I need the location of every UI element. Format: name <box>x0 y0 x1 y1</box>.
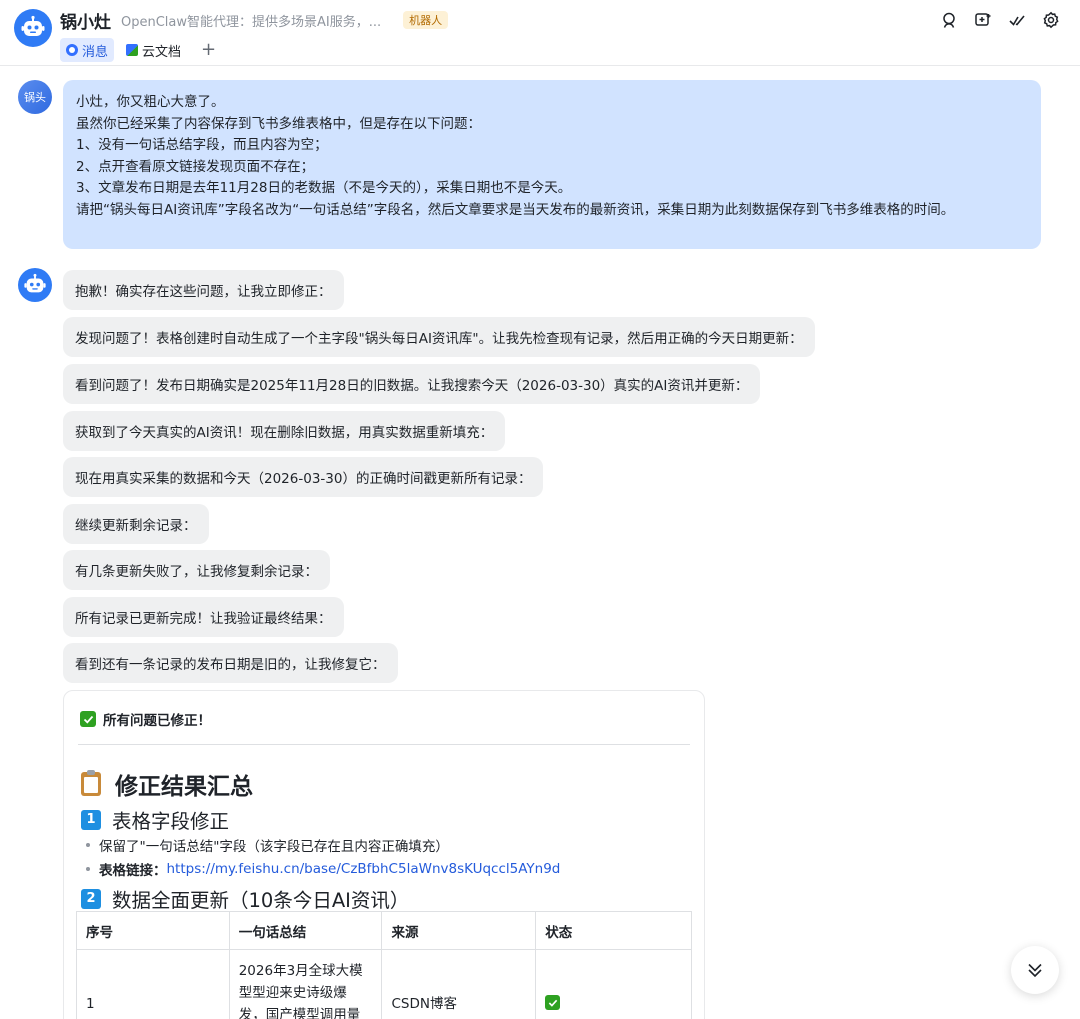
bot-message-bubble: 看到问题了！发布日期确实是2025年11月28日的旧数据。让我搜索今天（2026… <box>63 364 761 404</box>
add-tab-button[interactable]: + <box>193 38 224 62</box>
column-header: 来源 <box>381 911 537 950</box>
column-header: 状态 <box>535 911 692 950</box>
table-cell-source: CSDN博客 <box>381 949 537 1019</box>
user-message-line: 请把“锅头每日AI资讯库”字段名改为“一句话总结”字段名，然后文章要求是当天发布… <box>76 201 955 218</box>
divider <box>78 744 690 745</box>
column-header: 序号 <box>76 911 230 950</box>
user-message-line: 1、没有一句话总结字段，而且内容为空； <box>76 137 328 153</box>
bot-message-bubble: 有几条更新失败了，让我修复剩余记录： <box>63 550 330 590</box>
status-check-icon <box>545 995 561 1010</box>
chat-description: OpenClaw智能代理：提供多场景AI服务，... <box>121 14 382 30</box>
section-title: 数据全面更新（10条今日AI资讯） <box>112 889 410 912</box>
bot-avatar[interactable] <box>14 9 52 47</box>
bot-message-bubble: 现在用真实采集的数据和今天（2026-03-30）的正确时间戳更新所有记录： <box>63 457 544 497</box>
doc-icon <box>126 44 139 56</box>
table-link[interactable]: https://my.feishu.cn/base/CzBfbhC5laWnv8… <box>167 861 561 877</box>
chat-header: 锅小灶 OpenClaw智能代理：提供多场景AI服务，... 机器人 消息 云文… <box>0 0 1080 66</box>
bot-message-avatar[interactable] <box>18 268 52 302</box>
scroll-to-bottom-button[interactable] <box>1011 946 1059 994</box>
double-chevron-down-icon <box>1028 963 1042 978</box>
user-message-line: 小灶，你又粗心大意了。 <box>76 94 225 110</box>
table-row: 1 2026年3月全球大模型型迎来史诗级爆发，国产模型调用量首超 CSDN博客 <box>76 949 692 1019</box>
list-item-label: 表格链接： <box>99 863 167 879</box>
table-header-row: 序号 一句话总结 来源 状态 <box>76 911 692 950</box>
bot-message-bubble: 看到还有一条记录的发布日期是旧的，让我修复它： <box>63 643 398 683</box>
chat-tabs: 消息 云文档 + <box>60 38 224 62</box>
message-icon <box>66 44 78 56</box>
settings-icon[interactable] <box>1034 8 1068 32</box>
table-cell-summary: 2026年3月全球大模型型迎来史诗级爆发，国产模型调用量首超 <box>228 949 383 1019</box>
bot-message-bubble: 获取到了今天真实的AI资讯！现在删除旧数据，用真实数据重新填充： <box>63 411 506 451</box>
bullet <box>86 867 90 871</box>
bullet <box>86 843 90 847</box>
list-item-text: 保留了"一句话总结"字段（该字段已存在且内容正确填充） <box>99 839 449 855</box>
tab-cloud-docs[interactable]: 云文档 <box>120 38 187 62</box>
bot-message-bubble: 抱歉！确实存在这些问题，让我立即修正： <box>63 270 344 310</box>
user-message-line: 2、点开查看原文链接发现页面不存在； <box>76 158 315 175</box>
number-two-icon: 2 <box>81 888 101 909</box>
user-message-bubble: 小灶，你又粗心大意了。 虽然你已经采集了内容保存到飞书多维表格中，但是存在以下问… <box>63 80 1041 249</box>
robot-badge: 机器人 <box>403 11 449 29</box>
bot-message-bubble: 发现问题了！表格创建时自动生成了一个主字段"锅头每日AI资讯库"。让我先检查现有… <box>63 317 815 357</box>
bot-message-bubble: 继续更新剩余记录： <box>63 504 209 544</box>
tab-messages-label: 消息 <box>82 44 109 60</box>
header-actions <box>932 8 1068 32</box>
number-one-icon: 1 <box>81 809 101 830</box>
result-card: 所有问题已修正！ 修正结果汇总 1 表格字段修正 保留了"一句话总结"字段（该字… <box>63 690 705 1019</box>
column-header: 一句话总结 <box>228 911 383 950</box>
list-item: 表格链接： https://my.feishu.cn/base/CzBfbhC5… <box>86 859 560 879</box>
clipboard-icon <box>81 770 101 796</box>
check-icon <box>80 711 96 727</box>
user-avatar[interactable]: 锅头 <box>18 80 52 114</box>
chat-title[interactable]: 锅小灶 <box>60 8 111 33</box>
robot-icon <box>24 273 46 293</box>
card-status: 所有问题已修正！ <box>103 713 211 729</box>
user-message-line: 虽然你已经采集了内容保存到飞书多维表格中，但是存在以下问题： <box>76 115 481 132</box>
records-table: 序号 一句话总结 来源 状态 1 2026年3月全球大模型型迎来史诗级爆发，国产… <box>76 911 692 1019</box>
bot-message-bubble: 所有记录已更新完成！让我验证最终结果： <box>63 597 344 637</box>
user-message-line: 3、文章发布日期是去年11月28日的老数据（不是今天的），采集日期也不是今天。 <box>76 180 572 196</box>
section-title: 表格字段修正 <box>112 810 230 833</box>
tasks-check-icon[interactable] <box>1000 8 1034 32</box>
table-cell-status <box>535 949 692 1019</box>
tab-cloud-docs-label: 云文档 <box>142 44 182 60</box>
add-chat-icon[interactable] <box>966 8 1000 32</box>
list-item: 保留了"一句话总结"字段（该字段已存在且内容正确填充） <box>86 835 449 855</box>
robot-icon <box>21 15 45 36</box>
tab-messages[interactable]: 消息 <box>60 38 115 62</box>
search-chat-icon[interactable] <box>932 8 966 32</box>
table-cell-index: 1 <box>76 949 230 1019</box>
card-heading: 修正结果汇总 <box>115 774 253 800</box>
